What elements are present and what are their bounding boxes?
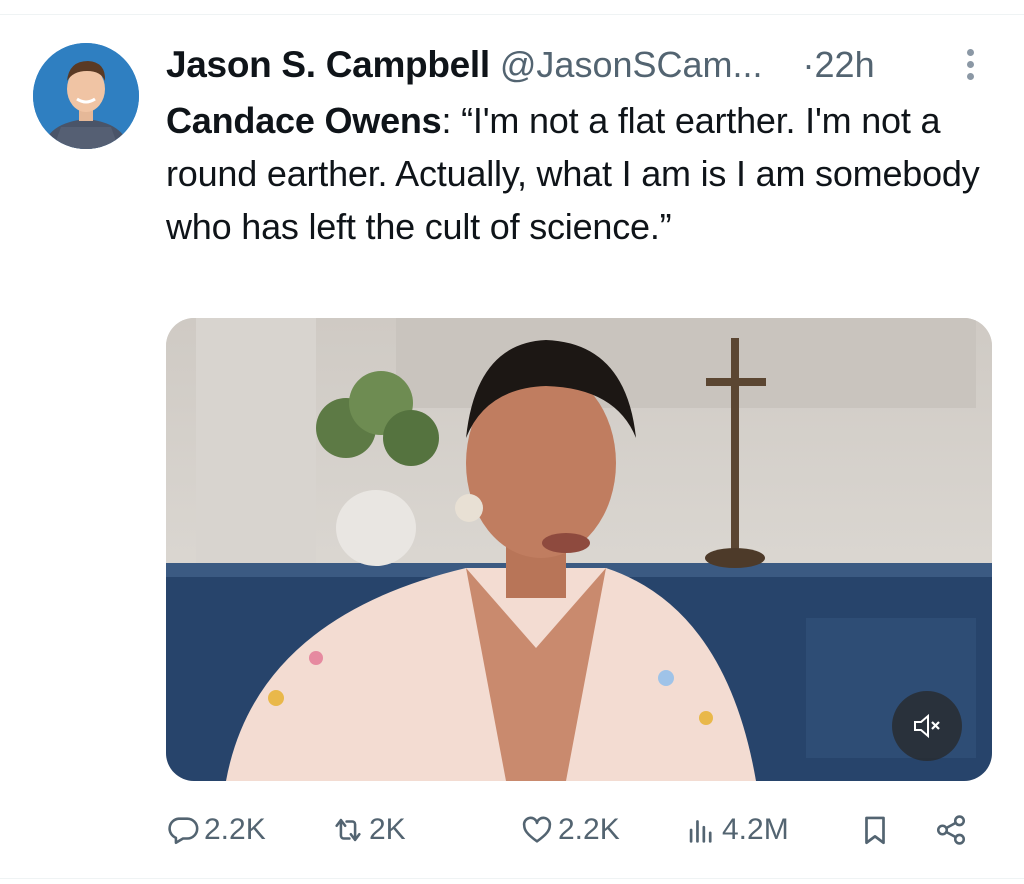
mute-icon[interactable] bbox=[892, 691, 962, 761]
video-frame bbox=[166, 318, 992, 781]
views-count: 4.2M bbox=[722, 813, 789, 846]
tweet-actions: 2.2K 2K 2.2K 4.2M bbox=[166, 806, 986, 854]
views-icon bbox=[689, 820, 712, 843]
like-count: 2.2K bbox=[558, 813, 620, 846]
avatar-image bbox=[33, 43, 139, 149]
repost-button[interactable]: 2K bbox=[331, 806, 406, 854]
reply-icon bbox=[168, 817, 199, 845]
avatar[interactable] bbox=[33, 43, 139, 149]
bottom-divider bbox=[0, 878, 1024, 879]
share-icon bbox=[936, 815, 966, 845]
video-player[interactable] bbox=[166, 318, 992, 781]
tweet-header: Jason S. Campbell @JasonSCam... ·22h bbox=[166, 40, 986, 90]
tweet-text: Candace Owens: “I'm not a flat earther. … bbox=[166, 94, 986, 253]
repost-count: 2K bbox=[369, 813, 406, 846]
share-button[interactable] bbox=[934, 806, 972, 854]
time-separator: · bbox=[802, 44, 815, 85]
repost-icon bbox=[335, 818, 361, 842]
author-handle[interactable]: @JasonSCam... bbox=[500, 44, 763, 86]
reply-button[interactable]: 2.2K bbox=[166, 806, 266, 854]
bookmark-icon bbox=[865, 816, 885, 845]
reply-count: 2.2K bbox=[204, 813, 266, 846]
like-icon bbox=[522, 816, 552, 843]
speaker-muted-icon bbox=[914, 713, 940, 739]
author-name[interactable]: Jason S. Campbell bbox=[166, 44, 490, 86]
top-divider bbox=[0, 14, 1024, 15]
bookmark-button[interactable] bbox=[858, 806, 896, 854]
time-value: 22h bbox=[814, 44, 875, 85]
post-timestamp[interactable]: ·22h bbox=[803, 44, 875, 86]
more-icon[interactable] bbox=[958, 46, 982, 86]
views-button[interactable]: 4.2M bbox=[684, 806, 789, 854]
quoted-speaker: Candace Owens bbox=[166, 100, 442, 141]
like-button[interactable]: 2.2K bbox=[520, 806, 620, 854]
